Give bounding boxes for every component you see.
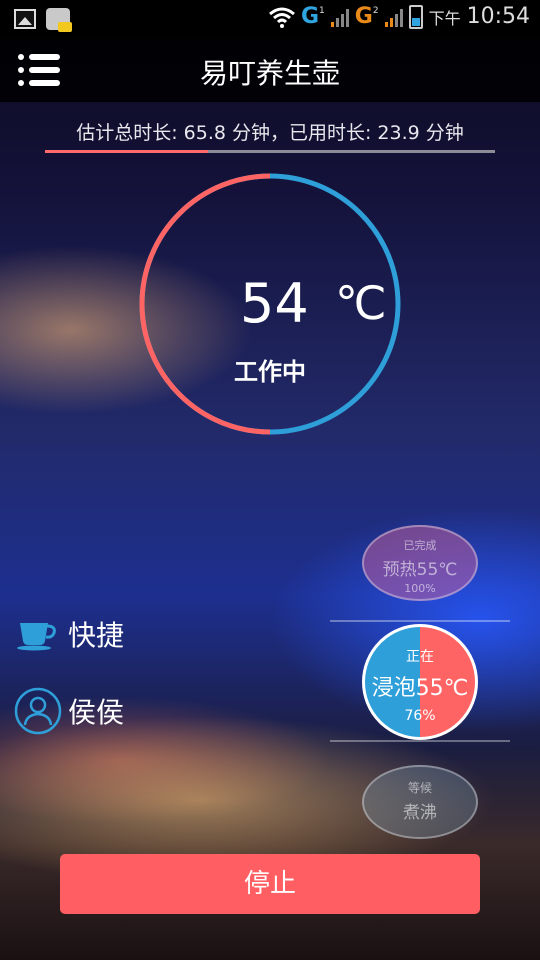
duration-text: 估计总时长: 65.8 分钟，已用时长: 23.9 分钟 bbox=[76, 122, 464, 144]
elapsed-progress-fill bbox=[45, 150, 209, 153]
step-status: 正在 bbox=[406, 649, 434, 665]
step-percent: 76% bbox=[404, 708, 436, 724]
stop-button[interactable]: 停止 bbox=[60, 854, 480, 914]
cup-icon bbox=[17, 623, 56, 651]
signal-2-icon bbox=[384, 7, 403, 27]
quick-button[interactable]: 快捷 bbox=[16, 612, 124, 656]
page-title: 易叮养生壶 bbox=[199, 57, 340, 90]
step-name: 浸泡55℃ bbox=[371, 676, 469, 701]
step-divider bbox=[330, 620, 510, 622]
battery-icon bbox=[408, 4, 423, 29]
work-state-label: 工作中 bbox=[234, 358, 306, 386]
step-status: 已完成 bbox=[403, 539, 437, 552]
mail-notification-icon bbox=[46, 8, 72, 32]
temperature-value: 54 bbox=[240, 272, 309, 335]
clock-time: 10:54 bbox=[466, 4, 530, 29]
user-icon bbox=[14, 687, 62, 735]
step-status: 等候 bbox=[407, 781, 432, 795]
step-soak: 正在 浸泡55℃ 76% bbox=[362, 624, 478, 740]
network-type-2: G bbox=[354, 4, 373, 29]
app-bar: 易叮养生壶 bbox=[0, 38, 540, 102]
sim-1-label: 1 bbox=[319, 5, 325, 16]
step-preheat: 已完成 预热55℃ 100% bbox=[362, 525, 478, 601]
step-divider bbox=[330, 740, 510, 742]
status-bar: G 1 G 2 下午 10:54 bbox=[0, 0, 540, 38]
elapsed-progress-bar bbox=[45, 150, 495, 153]
quick-label: 快捷 bbox=[68, 619, 125, 652]
user-button[interactable]: 侯侯 bbox=[14, 686, 124, 736]
sim-2-label: 2 bbox=[372, 5, 379, 16]
step-name: 预热55℃ bbox=[382, 560, 458, 580]
user-label: 侯侯 bbox=[68, 696, 125, 729]
step-percent: 100% bbox=[404, 582, 436, 595]
temperature-unit: ℃ bbox=[335, 276, 387, 330]
step-name: 煮沸 bbox=[403, 803, 437, 823]
picture-icon bbox=[14, 9, 36, 29]
clock-ampm: 下午 bbox=[428, 8, 461, 28]
network-type-1: G bbox=[300, 4, 320, 29]
step-boil: 等候 煮沸 bbox=[362, 765, 478, 839]
wifi-icon bbox=[269, 7, 295, 28]
signal-1-icon bbox=[330, 7, 349, 27]
